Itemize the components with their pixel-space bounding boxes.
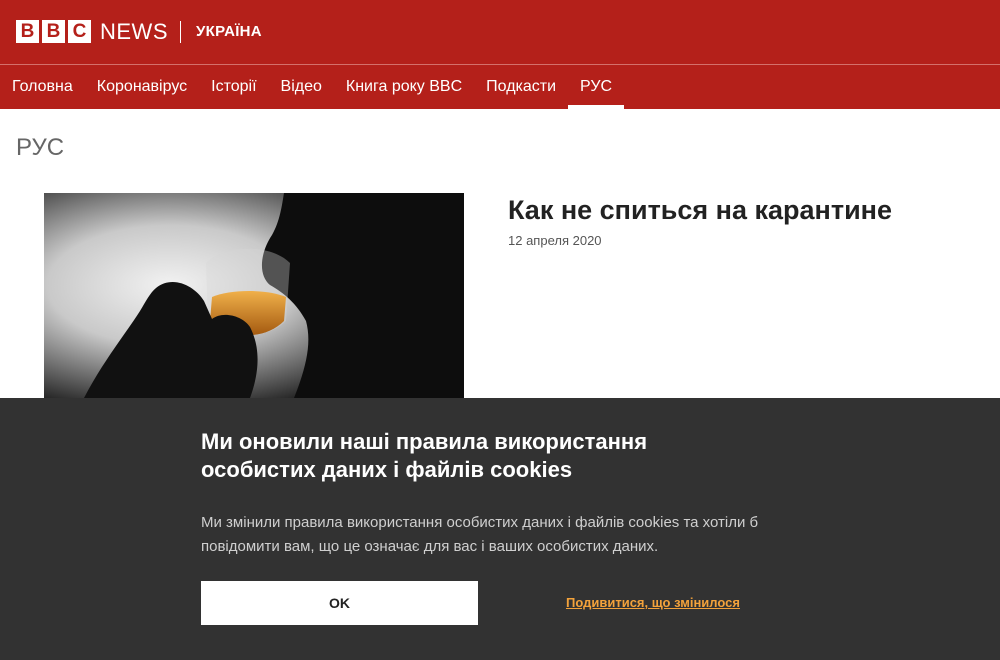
story-date: 12 апреля 2020 xyxy=(508,233,602,248)
story-headline[interactable]: Как не спиться на карантине xyxy=(508,193,892,227)
nav-item-podcasts[interactable]: Подкасти xyxy=(474,65,568,109)
brand-news[interactable]: NEWS xyxy=(100,18,168,46)
see-changes-link[interactable]: Подивитися, що змінилося xyxy=(566,595,740,610)
nav-item-book-of-year[interactable]: Книга року BBC xyxy=(334,65,474,109)
bbc-logo-block: C xyxy=(68,20,91,43)
person-drinking-silhouette xyxy=(44,193,464,398)
brand-region[interactable]: УКРАЇНА xyxy=(196,22,262,42)
cookie-banner-title: Ми оновили наші правила використання осо… xyxy=(201,429,648,482)
story-image[interactable] xyxy=(44,193,464,398)
cookie-banner: Ми оновили наші правила використання осо… xyxy=(0,398,1000,660)
bbc-logo[interactable]: B B C xyxy=(16,20,91,43)
nav-item-home[interactable]: Головна xyxy=(0,65,85,109)
ok-button[interactable]: OK xyxy=(201,581,478,625)
page-title: РУС xyxy=(16,134,65,161)
brand-separator xyxy=(180,21,181,43)
bbc-logo-block: B xyxy=(16,20,39,43)
cookie-banner-text: Ми змінили правила використання особисти… xyxy=(201,514,759,555)
nav-item-stories[interactable]: Історії xyxy=(199,65,268,109)
main-nav: Головна Коронавірус Історії Відео Книга … xyxy=(0,64,1000,109)
masthead: B B C NEWS УКРАЇНА xyxy=(0,0,1000,64)
nav-item-video[interactable]: Відео xyxy=(269,65,334,109)
nav-item-rus[interactable]: РУС xyxy=(568,65,625,109)
nav-item-coronavirus[interactable]: Коронавірус xyxy=(85,65,199,109)
bbc-logo-block: B xyxy=(42,20,65,43)
